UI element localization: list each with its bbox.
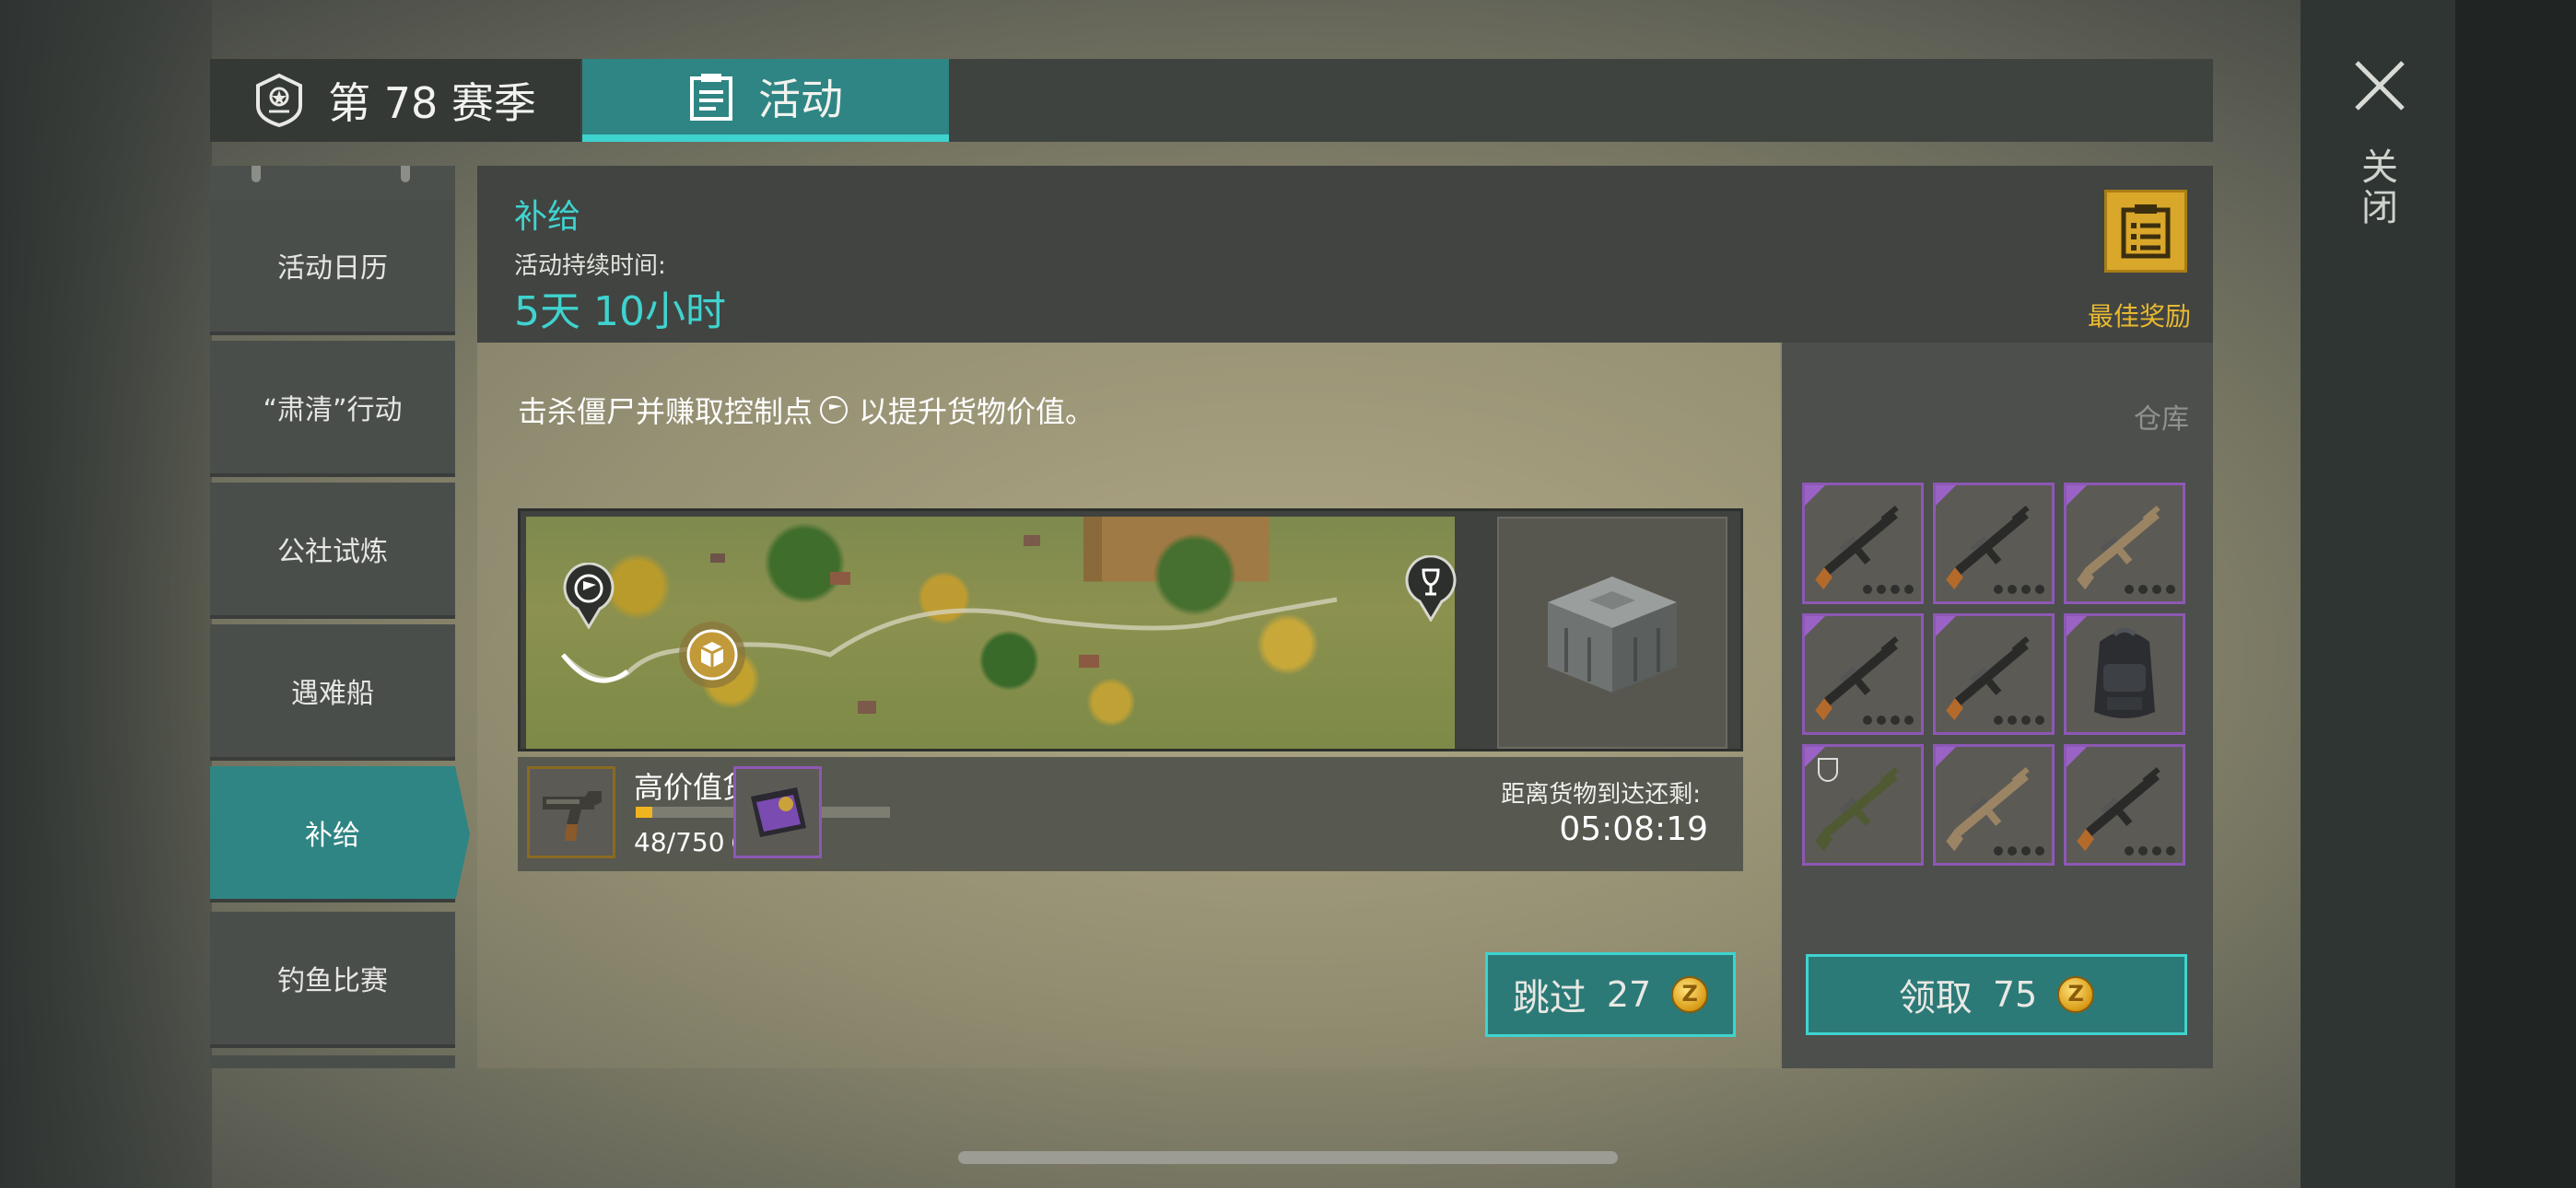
warehouse-item-slot[interactable] <box>2064 613 2185 735</box>
rarity-corner <box>1936 616 1956 636</box>
tab-activity[interactable]: 活动 <box>582 59 949 142</box>
sidebar-item-label: 公社试炼 <box>277 536 388 568</box>
event-title: 补给 <box>514 198 581 236</box>
upgrade-dots <box>2125 846 2175 856</box>
description-text: 击杀僵尸并赚取控制点 <box>518 394 814 429</box>
warehouse-item-slot[interactable] <box>1933 613 2055 735</box>
cargo-position-marker <box>677 620 747 693</box>
warehouse-item-slot[interactable] <box>1933 744 2055 866</box>
upgrade-dots <box>1863 585 1914 594</box>
skip-button[interactable]: 跳过 27 <box>1485 952 1736 1037</box>
cargo-info-bar: 高价值货物 48/750 距离货物到达还剩: 05:08:19 <box>518 757 1743 871</box>
rarity-corner <box>1805 616 1825 636</box>
eta-countdown: 05:08:19 <box>1559 810 1708 848</box>
season-badge-icon <box>256 73 303 128</box>
upgrade-dots <box>2125 585 2175 594</box>
supply-crate-icon <box>1548 577 1677 693</box>
warehouse-item-slot[interactable] <box>2064 483 2185 604</box>
control-point-icon <box>820 396 849 424</box>
sidebar-item-commune-trial[interactable]: 公社试炼 <box>210 483 455 619</box>
sidebar-item-label: 钓鱼比赛 <box>277 965 388 997</box>
background-left <box>0 0 212 1188</box>
claim-cost: 75 <box>1992 974 2038 1015</box>
upgrade-dots <box>1994 846 2044 856</box>
duration-label: 活动持续时间: <box>514 252 666 280</box>
gold-coin-icon <box>2057 976 2095 1013</box>
warehouse-item-slot[interactable] <box>2064 744 2185 866</box>
rarity-corner <box>2067 747 2087 767</box>
pistol-icon <box>543 791 602 841</box>
reward-list-icon <box>2121 204 2171 259</box>
sidebar-peg <box>252 166 261 182</box>
sidebar-item-supply[interactable]: 补给 <box>210 766 470 903</box>
tab-season-label: 第 78 赛季 <box>328 78 536 128</box>
rarity-corner <box>1936 747 1956 767</box>
sidebar-item-label: 遇难船 <box>291 678 374 710</box>
cargo-progress-fill <box>636 807 652 818</box>
tab-season[interactable]: 第 78 赛季 <box>210 59 580 142</box>
gold-coin-icon <box>1671 976 1709 1013</box>
claim-button[interactable]: 领取 75 <box>1806 954 2187 1035</box>
upgrade-dots <box>1994 585 2044 594</box>
best-reward-button[interactable] <box>2104 190 2187 273</box>
sidebar-bottom-edge <box>210 1055 455 1068</box>
event-content: 击杀僵尸并赚取控制点 以提升货物价值。 高价值货物 48/750 距离货物到达还… <box>477 343 1780 1068</box>
warehouse-item-slot[interactable] <box>1802 483 1924 604</box>
skip-cost: 27 <box>1606 974 1652 1015</box>
sidebar-item-fishing[interactable]: 钓鱼比赛 <box>210 912 455 1048</box>
close-icon[interactable] <box>2351 57 2408 114</box>
warehouse-panel: 仓库 领取 75 <box>1782 343 2213 1068</box>
claim-button-label: 领取 <box>1898 977 1973 1019</box>
background-right-edge <box>2455 0 2576 1188</box>
warehouse-item-slot[interactable] <box>1933 483 2055 604</box>
sidebar-item-label: 补给 <box>305 820 360 852</box>
warehouse-grid <box>1802 483 2185 868</box>
activity-clipboard-icon <box>690 74 732 121</box>
sidebar-item-calendar[interactable]: 活动日历 <box>210 199 455 335</box>
duration-value: 5天 10小时 <box>514 288 726 335</box>
event-description: 击杀僵尸并赚取控制点 以提升货物价值。 <box>518 389 1095 431</box>
warehouse-item-slot[interactable] <box>1802 613 1924 735</box>
cargo-count-value: 48/750 <box>634 827 725 857</box>
warehouse-item-slot[interactable] <box>1802 744 1924 866</box>
event-header: 补给 活动持续时间: 5天 10小时 最佳奖励 <box>477 166 2213 343</box>
tab-activity-label: 活动 <box>758 75 843 124</box>
start-flag-marker <box>561 562 616 633</box>
badge-wallet-icon <box>751 787 806 837</box>
top-tab-bar: 第 78 赛季 活动 <box>210 59 2213 142</box>
sidebar-item-purge[interactable]: “肃清”行动 <box>210 341 455 477</box>
sidebar-top-edge <box>210 166 455 199</box>
home-indicator[interactable] <box>958 1151 1618 1164</box>
destination-marker <box>1403 554 1458 625</box>
rarity-corner <box>1805 485 1825 506</box>
rarity-corner <box>2067 485 2087 506</box>
sidebar-item-label: 活动日历 <box>277 252 388 285</box>
eta-label: 距离货物到达还剩: <box>1501 781 1701 809</box>
supply-crate-preview <box>1497 517 1727 749</box>
route-map <box>526 517 1455 749</box>
upgrade-dots <box>1994 716 2044 725</box>
sidebar-peg <box>401 166 410 182</box>
skip-button-label: 跳过 <box>1512 977 1587 1019</box>
close-label[interactable]: 关闭 <box>2355 147 2403 228</box>
warehouse-label: 仓库 <box>2134 403 2189 436</box>
upgrade-dots <box>1863 716 1914 725</box>
sidebar-item-shipwreck[interactable]: 遇难船 <box>210 624 455 761</box>
rarity-corner <box>1936 485 1956 506</box>
description-text: 以提升货物价值。 <box>859 394 1095 429</box>
rarity-corner <box>2067 616 2087 636</box>
sidebar-item-label: “肃清”行动 <box>263 394 403 426</box>
sidebar: 活动日历 “肃清”行动 公社试炼 遇难船 补给 钓鱼比赛 <box>210 166 470 1068</box>
best-reward-label[interactable]: 最佳奖励 <box>2088 297 2191 333</box>
cargo-bonus-slot[interactable] <box>733 766 822 858</box>
cargo-reward-slot[interactable] <box>527 766 615 858</box>
shield-icon <box>1818 758 1838 782</box>
route-map-panel <box>518 508 1743 751</box>
